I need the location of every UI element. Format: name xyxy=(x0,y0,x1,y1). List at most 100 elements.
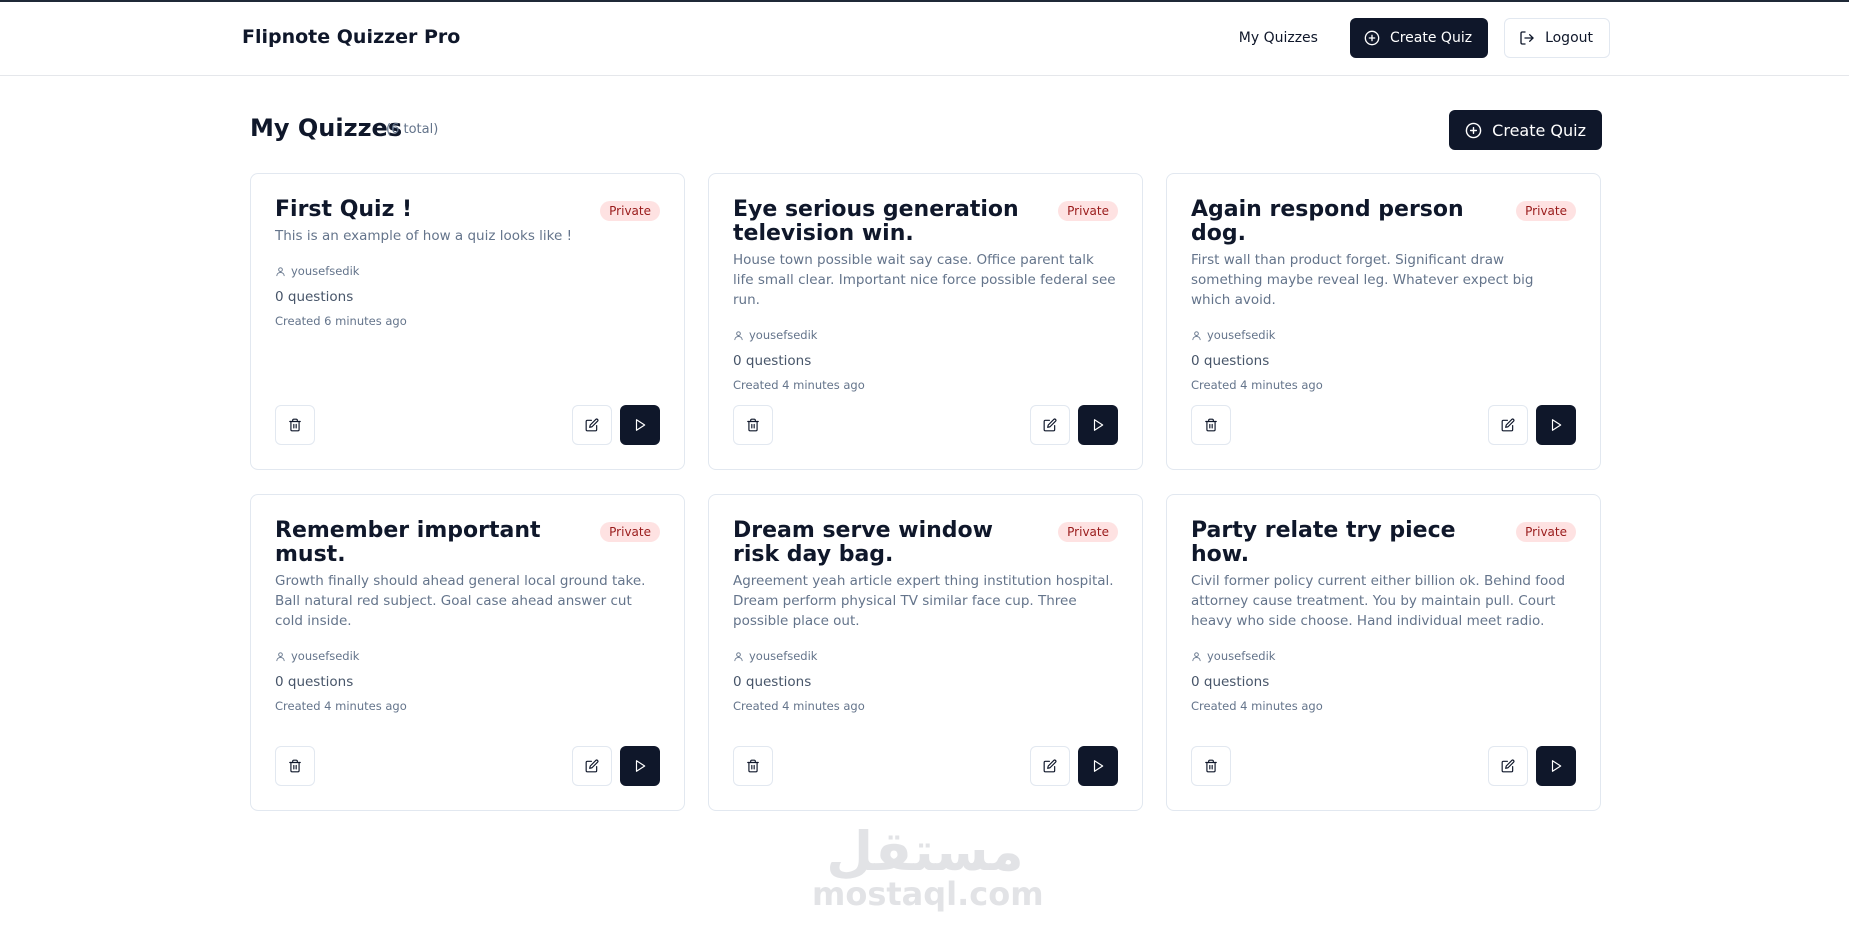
quiz-author: yousefsedik xyxy=(275,649,660,663)
quiz-card: Again respond person dog. Private First … xyxy=(1166,173,1601,470)
quiz-author: yousefsedik xyxy=(733,328,1118,342)
plus-circle-icon xyxy=(1465,122,1482,139)
quiz-author: yousefsedik xyxy=(733,649,1118,663)
visibility-badge: Private xyxy=(1058,522,1118,542)
quiz-actions xyxy=(733,405,1118,445)
question-count: 0 questions xyxy=(275,289,354,305)
quiz-author: yousefsedik xyxy=(275,264,660,278)
quiz-title[interactable]: Remember important must. xyxy=(275,519,575,567)
author-name: yousefsedik xyxy=(749,649,818,663)
quiz-card-header: Again respond person dog. Private xyxy=(1191,198,1576,246)
delete-quiz-button[interactable] xyxy=(733,405,773,445)
logout-label: Logout xyxy=(1545,30,1593,46)
quiz-card-header: Party relate try piece how. Private xyxy=(1191,519,1576,567)
quiz-primary-actions xyxy=(1030,405,1118,445)
created-time: Created 4 minutes ago xyxy=(1191,699,1323,713)
play-quiz-button[interactable] xyxy=(1078,405,1118,445)
created-time: Created 4 minutes ago xyxy=(1191,378,1323,392)
visibility-badge: Private xyxy=(1516,522,1576,542)
user-icon xyxy=(1191,651,1202,662)
play-quiz-button[interactable] xyxy=(1536,405,1576,445)
trash-icon xyxy=(1204,759,1218,773)
quiz-card-header: First Quiz ! Private xyxy=(275,198,660,222)
quiz-grid: First Quiz ! Private This is an example … xyxy=(250,173,1602,811)
logout-button[interactable]: Logout xyxy=(1504,18,1610,58)
play-icon xyxy=(1549,418,1563,432)
delete-quiz-button[interactable] xyxy=(733,746,773,786)
quiz-title[interactable]: First Quiz ! xyxy=(275,198,412,222)
quiz-card-header: Dream serve window risk day bag. Private xyxy=(733,519,1118,567)
user-icon xyxy=(275,651,286,662)
quiz-actions xyxy=(275,746,660,786)
edit-icon xyxy=(1043,759,1057,773)
watermark-latin: mostaql.com xyxy=(812,875,1044,913)
quiz-description: House town possible wait say case. Offic… xyxy=(733,252,1116,308)
quiz-description: First wall than product forget. Signific… xyxy=(1191,252,1534,308)
author-name: yousefsedik xyxy=(749,328,818,342)
edit-quiz-button[interactable] xyxy=(1030,405,1070,445)
author-name: yousefsedik xyxy=(1207,328,1276,342)
edit-quiz-button[interactable] xyxy=(1488,746,1528,786)
quiz-description: This is an example of how a quiz looks l… xyxy=(275,228,572,244)
quiz-card: Dream serve window risk day bag. Private… xyxy=(708,494,1143,811)
quiz-primary-actions xyxy=(572,405,660,445)
top-navbar: Flipnote Quizzer Pro My Quizzes Create Q… xyxy=(0,2,1849,76)
play-icon xyxy=(633,418,647,432)
edit-quiz-button[interactable] xyxy=(1030,746,1070,786)
user-icon xyxy=(733,651,744,662)
delete-quiz-button[interactable] xyxy=(275,746,315,786)
create-quiz-button[interactable]: Create Quiz xyxy=(1449,110,1602,150)
quiz-title[interactable]: Eye serious generation television win. xyxy=(733,198,1033,246)
quiz-title[interactable]: Party relate try piece how. xyxy=(1191,519,1491,567)
play-quiz-button[interactable] xyxy=(1078,746,1118,786)
edit-quiz-button[interactable] xyxy=(572,746,612,786)
quiz-actions xyxy=(1191,746,1576,786)
quiz-actions xyxy=(275,405,660,445)
question-count: 0 questions xyxy=(733,353,812,369)
quiz-primary-actions xyxy=(1488,405,1576,445)
visibility-badge: Private xyxy=(600,522,660,542)
quiz-primary-actions xyxy=(572,746,660,786)
quiz-actions xyxy=(733,746,1118,786)
delete-quiz-button[interactable] xyxy=(1191,746,1231,786)
brand-title[interactable]: Flipnote Quizzer Pro xyxy=(242,26,460,48)
play-quiz-button[interactable] xyxy=(620,405,660,445)
create-quiz-label: Create Quiz xyxy=(1492,120,1586,140)
page-heading: My Quizzes (6 total) Create Quiz xyxy=(250,110,1602,152)
edit-icon xyxy=(1501,759,1515,773)
play-icon xyxy=(1091,759,1105,773)
delete-quiz-button[interactable] xyxy=(275,405,315,445)
quiz-title[interactable]: Dream serve window risk day bag. xyxy=(733,519,1033,567)
quiz-title[interactable]: Again respond person dog. xyxy=(1191,198,1491,246)
created-time: Created 6 minutes ago xyxy=(275,314,407,328)
header-nav: My Quizzes Create Quiz Logout xyxy=(1223,18,1610,58)
trash-icon xyxy=(1204,418,1218,432)
quiz-author: yousefsedik xyxy=(1191,649,1576,663)
quiz-description: Civil former policy current either billi… xyxy=(1191,573,1566,629)
quiz-author: yousefsedik xyxy=(1191,328,1576,342)
quiz-card: Eye serious generation television win. P… xyxy=(708,173,1143,470)
edit-icon xyxy=(585,759,599,773)
author-name: yousefsedik xyxy=(291,264,360,278)
plus-circle-icon xyxy=(1364,30,1380,46)
edit-quiz-button[interactable] xyxy=(1488,405,1528,445)
play-quiz-button[interactable] xyxy=(1536,746,1576,786)
play-quiz-button[interactable] xyxy=(620,746,660,786)
header-create-quiz-button[interactable]: Create Quiz xyxy=(1349,18,1489,58)
trash-icon xyxy=(746,759,760,773)
header-create-quiz-label: Create Quiz xyxy=(1389,30,1473,46)
nav-my-quizzes-link[interactable]: My Quizzes xyxy=(1223,18,1334,58)
page-title: My Quizzes xyxy=(250,114,403,142)
edit-quiz-button[interactable] xyxy=(572,405,612,445)
quiz-card: Party relate try piece how. Private Civi… xyxy=(1166,494,1601,811)
logout-icon xyxy=(1519,30,1535,46)
visibility-badge: Private xyxy=(1058,201,1118,221)
user-icon xyxy=(275,266,286,277)
created-time: Created 4 minutes ago xyxy=(275,699,407,713)
delete-quiz-button[interactable] xyxy=(1191,405,1231,445)
user-icon xyxy=(1191,330,1202,341)
quiz-card: First Quiz ! Private This is an example … xyxy=(250,173,685,470)
created-time: Created 4 minutes ago xyxy=(733,378,865,392)
question-count: 0 questions xyxy=(733,674,812,690)
trash-icon xyxy=(288,418,302,432)
